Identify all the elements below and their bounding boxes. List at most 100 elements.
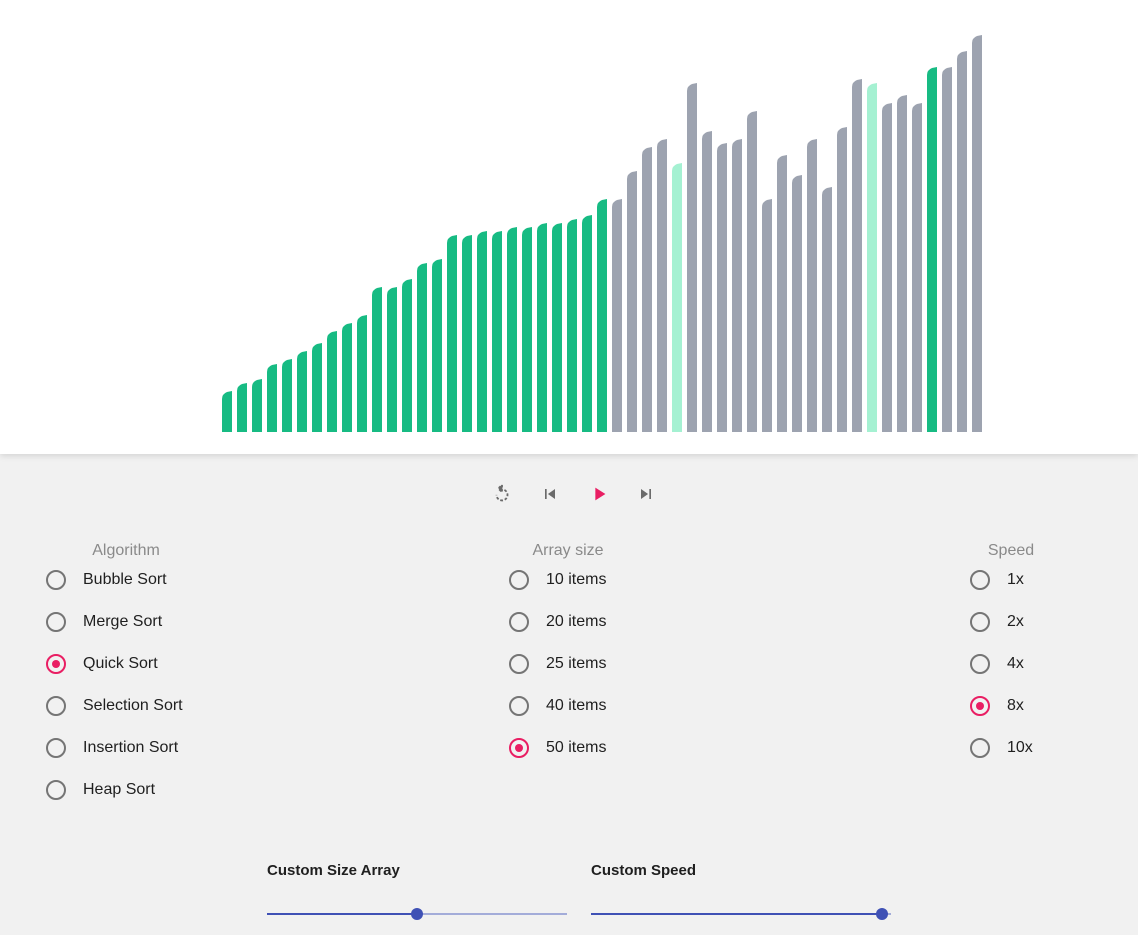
speed-option[interactable]: 8x <box>970 691 1024 721</box>
step-forward-button[interactable] <box>632 480 660 508</box>
play-button[interactable] <box>585 480 613 508</box>
array-bar <box>837 127 847 432</box>
visualizer-panel <box>0 0 1138 454</box>
radio-button[interactable] <box>509 738 529 758</box>
algorithm-option[interactable]: Selection Sort <box>46 691 183 721</box>
radio-button[interactable] <box>509 654 529 674</box>
algorithm-option[interactable]: Heap Sort <box>46 775 155 805</box>
algorithm-option[interactable]: Insertion Sort <box>46 733 178 763</box>
radio-label: Merge Sort <box>83 613 163 630</box>
radio-label: 10 items <box>546 571 607 588</box>
radio-button[interactable] <box>970 570 990 590</box>
skip-previous-icon <box>545 489 555 499</box>
custom-size-slider[interactable] <box>267 908 567 920</box>
algorithm-option[interactable]: Bubble Sort <box>46 565 167 595</box>
radio-button[interactable] <box>970 654 990 674</box>
custom-size-slider-thumb[interactable] <box>411 908 423 920</box>
algorithm-title: Algorithm <box>92 542 160 559</box>
skip-next-icon <box>641 489 651 499</box>
radio-label: Heap Sort <box>83 781 156 798</box>
algorithm-option[interactable]: Quick Sort <box>46 649 158 679</box>
array-bar <box>297 351 307 432</box>
array-bar <box>342 323 352 432</box>
radio-label: 50 items <box>546 739 607 756</box>
radio-button[interactable] <box>46 738 66 758</box>
array-bar <box>357 315 367 432</box>
array-bar <box>972 35 982 432</box>
array-size-option[interactable]: 40 items <box>509 691 606 721</box>
array-bar <box>612 199 622 432</box>
radio-label: Selection Sort <box>83 697 183 714</box>
radio-button[interactable] <box>970 738 990 758</box>
radio-label: 25 items <box>546 655 607 672</box>
array-bar <box>477 231 487 432</box>
play-icon <box>595 487 606 501</box>
array-bar <box>372 287 382 432</box>
array-bar <box>792 175 802 432</box>
radio-button[interactable] <box>970 696 990 716</box>
array-bar <box>657 139 667 432</box>
radio-label: 40 items <box>546 697 607 714</box>
array-bar <box>867 83 877 432</box>
array-size-option[interactable]: 50 items <box>509 733 606 763</box>
array-bar <box>957 51 967 432</box>
array-bar <box>327 331 337 432</box>
array-bar <box>237 383 247 432</box>
array-bar <box>462 235 472 432</box>
array-bar <box>522 227 532 432</box>
array-bar <box>897 95 907 432</box>
array-bar <box>582 215 592 432</box>
custom-speed-block: Custom Speed <box>591 862 891 920</box>
radio-button[interactable] <box>46 654 66 674</box>
array-bar <box>942 67 952 432</box>
array-size-option[interactable]: 25 items <box>509 649 606 679</box>
custom-speed-slider-thumb[interactable] <box>876 908 888 920</box>
radio-button[interactable] <box>46 612 66 632</box>
speed-option[interactable]: 10x <box>970 733 1033 763</box>
array-bar <box>282 359 292 432</box>
custom-speed-slider[interactable] <box>591 908 891 920</box>
array-bar <box>222 391 232 432</box>
radio-button[interactable] <box>970 612 990 632</box>
array-bar <box>252 379 262 432</box>
array-bar <box>312 343 322 432</box>
array-size-title: Array size <box>532 542 604 559</box>
array-bar <box>402 279 412 432</box>
array-bar <box>492 231 502 432</box>
radio-button[interactable] <box>509 696 529 716</box>
array-bar <box>432 259 442 432</box>
array-bar <box>807 139 817 432</box>
radio-button[interactable] <box>46 780 66 800</box>
speed-option[interactable]: 2x <box>970 607 1024 637</box>
algorithm-option[interactable]: Merge Sort <box>46 607 162 637</box>
custom-size-block: Custom Size Array <box>267 862 567 920</box>
array-bar <box>552 223 562 432</box>
speed-option[interactable]: 4x <box>970 649 1024 679</box>
radio-button[interactable] <box>46 570 66 590</box>
array-bar <box>627 171 637 432</box>
radio-label: 2x <box>1007 613 1024 630</box>
step-back-button[interactable] <box>536 480 564 508</box>
array-size-option[interactable]: 20 items <box>509 607 606 637</box>
array-bar <box>567 219 577 432</box>
array-bar <box>702 131 712 432</box>
array-bar <box>507 227 517 432</box>
array-bar <box>687 83 697 432</box>
array-bar <box>777 155 787 432</box>
reset-button[interactable] <box>488 480 516 508</box>
array-size-option[interactable]: 10 items <box>509 565 606 595</box>
array-bar <box>387 287 397 432</box>
custom-speed-slider-fill <box>591 913 882 915</box>
array-bar <box>927 67 937 432</box>
array-bar <box>597 199 607 432</box>
radio-button[interactable] <box>509 570 529 590</box>
bar-chart <box>222 35 982 432</box>
speed-option[interactable]: 1x <box>970 565 1024 595</box>
radio-label: Bubble Sort <box>83 571 167 588</box>
radio-button[interactable] <box>509 612 529 632</box>
array-bar <box>912 103 922 432</box>
radio-label: 10x <box>1007 739 1033 756</box>
radio-label: Quick Sort <box>83 655 158 672</box>
radio-button[interactable] <box>46 696 66 716</box>
custom-size-title: Custom Size Array <box>267 862 400 879</box>
